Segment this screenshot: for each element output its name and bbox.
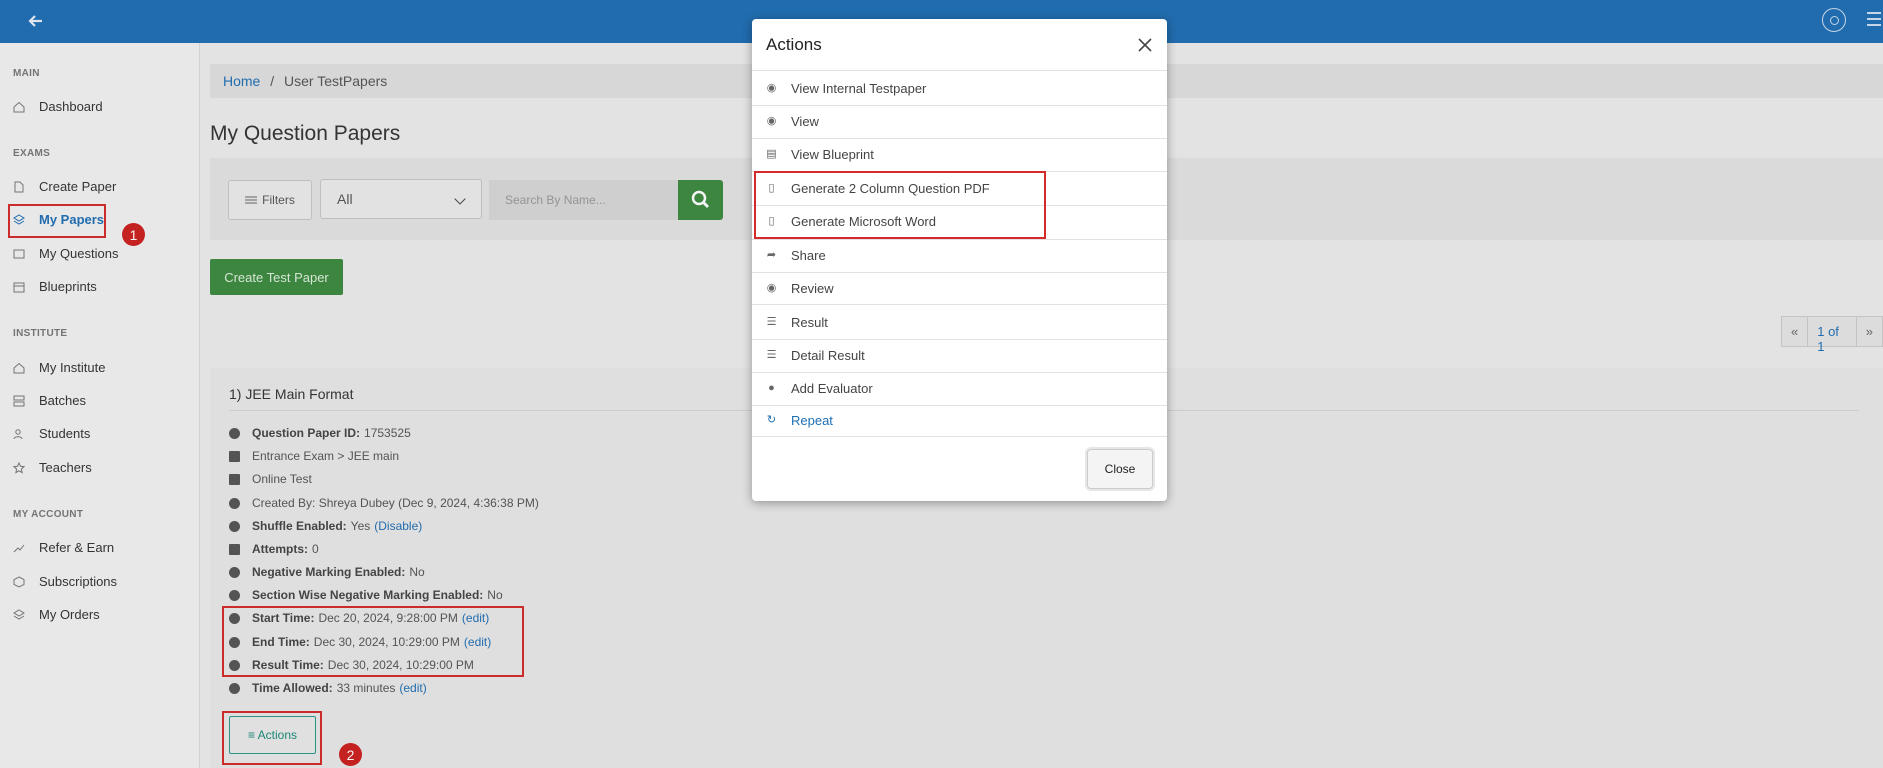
share-icon: ➦ xyxy=(766,249,777,261)
modal-title: Actions xyxy=(766,35,822,54)
close-button[interactable]: Close xyxy=(1087,449,1153,489)
list-icon: ☰ xyxy=(766,349,777,361)
eye-icon: ◉ xyxy=(766,115,777,127)
action-label: Share xyxy=(791,248,826,263)
file-icon: ▤ xyxy=(766,148,777,160)
close-icon[interactable] xyxy=(1135,35,1155,55)
action-view[interactable]: ◉ View xyxy=(752,105,1167,138)
action-repeat[interactable]: ↻ Repeat xyxy=(752,404,1167,437)
action-share[interactable]: ➦ Share xyxy=(752,239,1167,272)
modal-footer-divider xyxy=(752,436,1167,437)
modal-header-divider xyxy=(752,70,1167,71)
action-label: Add Evaluator xyxy=(791,381,873,396)
action-label: Result xyxy=(791,315,828,330)
action-review[interactable]: ◉ Review xyxy=(752,272,1167,305)
action-label: Review xyxy=(791,281,834,296)
action-view-blueprint[interactable]: ▤ View Blueprint xyxy=(752,138,1167,171)
action-add-evaluator[interactable]: ● Add Evaluator xyxy=(752,372,1167,405)
list-icon: ☰ xyxy=(766,316,777,328)
action-result[interactable]: ☰ Result xyxy=(752,306,1167,339)
action-detail-result[interactable]: ☰ Detail Result xyxy=(752,339,1167,372)
menu-divider xyxy=(752,304,1167,305)
eye-icon: ◉ xyxy=(766,82,777,94)
action-view-internal-testpaper[interactable]: ◉ View Internal Testpaper xyxy=(752,72,1167,105)
actions-modal: Actions ◉ View Internal Testpaper ◉ View… xyxy=(752,19,1167,501)
action-label: View Blueprint xyxy=(791,147,874,162)
annotation-highlight-generate-actions xyxy=(754,171,1046,239)
action-label: Repeat xyxy=(791,413,833,428)
action-label: View xyxy=(791,114,819,129)
user-icon: ● xyxy=(768,382,775,394)
eye-icon: ◉ xyxy=(766,282,777,294)
action-label: View Internal Testpaper xyxy=(791,81,927,96)
action-label: Detail Result xyxy=(791,348,865,363)
refresh-icon: ↻ xyxy=(766,414,777,426)
